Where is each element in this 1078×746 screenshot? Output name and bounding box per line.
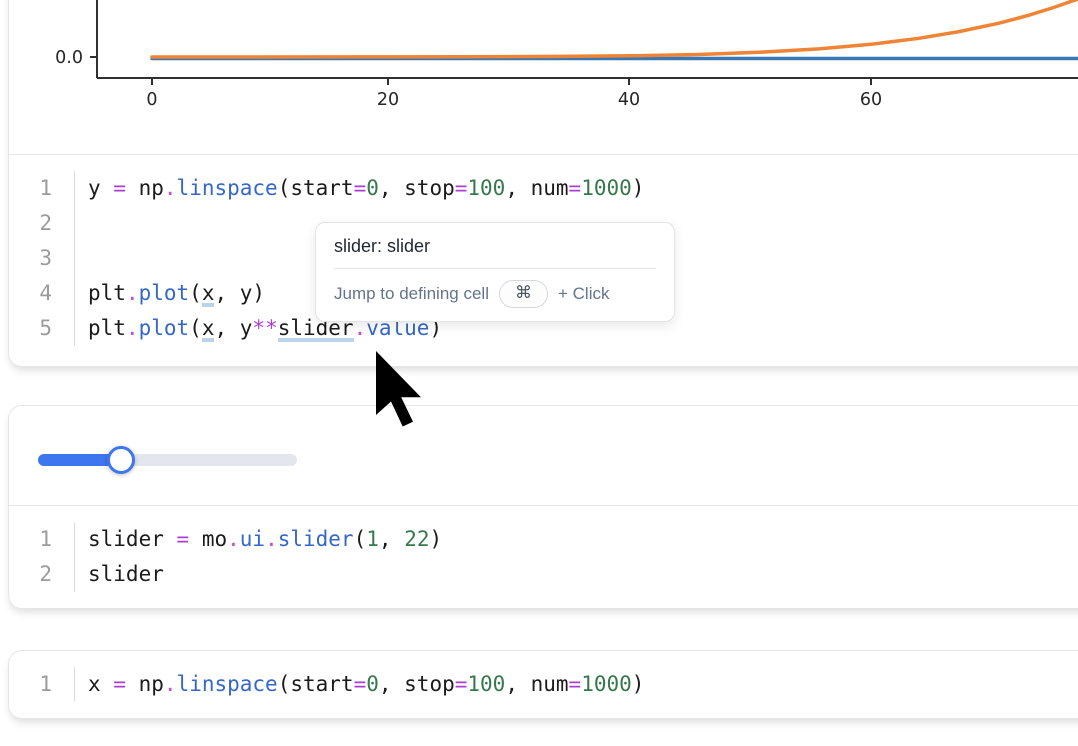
svg-text:0.0: 0.0 — [55, 48, 83, 68]
line-numbers: 1 — [9, 667, 75, 702]
svg-text:60: 60 — [860, 90, 882, 110]
slider-output — [9, 406, 1078, 506]
matplotlib-plot: 0 20 40 60 0.0 — [9, 0, 1078, 154]
jump-to-defining-cell[interactable]: Jump to defining cell ⌘ + Click — [316, 269, 674, 321]
line-numbers: 12 — [9, 522, 75, 592]
tooltip-variable-name: slider: slider — [316, 223, 674, 268]
cell-slider: 12 slider = mo.ui.slider(1, 22)slider — [8, 405, 1078, 609]
svg-text:20: 20 — [377, 90, 399, 110]
jump-action-label: Jump to defining cell — [334, 284, 489, 304]
svg-text:0: 0 — [146, 90, 157, 110]
cmd-key-badge: ⌘ — [499, 280, 548, 308]
plot-output: 0 20 40 60 0.0 — [9, 0, 1078, 155]
slider-thumb[interactable] — [107, 446, 135, 474]
svg-text:40: 40 — [618, 90, 640, 110]
mouse-cursor-icon — [374, 351, 426, 431]
code-editor-slider[interactable]: 12 slider = mo.ui.slider(1, 22)slider — [9, 506, 1078, 608]
click-hint-label: + Click — [558, 284, 609, 304]
code-editor-x[interactable]: 1 x = np.linspace(start=0, stop=100, num… — [9, 651, 1078, 718]
line-numbers: 12345 — [9, 171, 75, 346]
cell-x-definition: 1 x = np.linspace(start=0, stop=100, num… — [8, 650, 1078, 719]
variable-tooltip: slider: slider Jump to defining cell ⌘ +… — [315, 222, 675, 322]
code-lines: slider = mo.ui.slider(1, 22)slider — [75, 522, 442, 592]
slider-track[interactable] — [38, 454, 297, 466]
code-lines: x = np.linspace(start=0, stop=100, num=1… — [75, 667, 644, 702]
